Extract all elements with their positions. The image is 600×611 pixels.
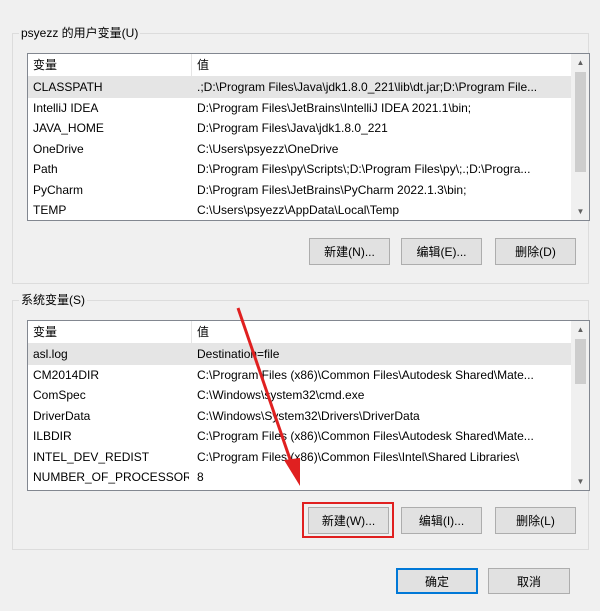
scroll-up-icon[interactable]: ▲	[572, 321, 589, 338]
user-variables-title: psyezz 的用户变量(U)	[19, 25, 141, 41]
system-variables-rows: asl.log Destination=file CM2014DIR C:\Progr…	[28, 344, 571, 488]
list-row[interactable]: Path D:\Program Files\py\Scripts\;D:\Prog…	[28, 159, 571, 180]
column-header-variable[interactable]: 变量	[28, 54, 192, 76]
list-header: 变量 值	[28, 321, 571, 344]
scroll-down-icon[interactable]: ▼	[572, 473, 589, 490]
system-edit-button[interactable]: 编辑(I)...	[401, 507, 482, 534]
system-new-button[interactable]: 新建(W)...	[308, 507, 389, 534]
variable-name: Path	[33, 162, 58, 176]
column-header-value[interactable]: 值	[192, 321, 571, 343]
column-header-variable[interactable]: 变量	[28, 321, 192, 343]
user-delete-button[interactable]: 删除(D)	[495, 238, 576, 265]
variable-value: 8	[197, 470, 204, 484]
system-variables-list[interactable]: 变量 值 asl.log Destination=file CM2014DIR C:\…	[27, 320, 590, 491]
variable-value: D:\Program Files\Java\jdk1.8.0_221	[197, 121, 388, 135]
variable-name: PyCharm	[33, 182, 84, 197]
variable-name: asl.log	[33, 347, 68, 361]
list-row[interactable]: OneDrive C:\Users\psyezz\OneDrive	[28, 139, 571, 160]
variable-value: C:\Program Files (x86)\Common Files\Inte…	[197, 449, 520, 464]
variable-name: NUMBER_OF_PROCESSORS	[33, 470, 189, 484]
list-row[interactable]: PyCharm D:\Program Files\JetBrains\PyChar…	[28, 180, 571, 201]
scrollbar-thumb[interactable]	[575, 339, 586, 384]
variable-value: .;D:\Program Files\Java\jdk1.8.0_221\lib…	[197, 80, 538, 94]
user-variables-group: psyezz 的用户变量(U) 变量 值 CLASSPATH .;D:\Progr…	[12, 25, 590, 284]
variable-name: IntelliJ IDEA	[33, 100, 99, 115]
variable-value: C:\Users\psyezz\OneDrive	[197, 141, 339, 156]
list-row[interactable]: TEMP C:\Users\psyezz\AppData\Local\Temp	[28, 200, 571, 220]
list-row[interactable]: NUMBER_OF_PROCESSORS 8	[28, 467, 571, 488]
variable-name: TEMP	[33, 203, 67, 217]
variable-name: DriverData	[33, 408, 91, 423]
variable-value: C:\Windows\System32\Drivers\DriverData	[197, 408, 420, 423]
variable-value: C:\Program Files (x86)\Common Files\Auto…	[197, 429, 534, 443]
list-row[interactable]: ComSpec C:\Windows\system32\cmd.exe	[28, 385, 571, 406]
user-variables-list[interactable]: 变量 值 CLASSPATH .;D:\Program Files\Java\jd…	[27, 53, 590, 221]
list-row[interactable]: IntelliJ IDEA D:\Program Files\JetBrains\…	[28, 98, 571, 119]
variable-name: CM2014DIR	[33, 367, 100, 382]
variable-value: D:\Program Files\JetBrains\IntelliJ IDEA…	[197, 100, 472, 115]
variable-value: C:\Program Files (x86)\Common Files\Auto…	[197, 367, 534, 382]
variable-name: ComSpec	[33, 388, 86, 402]
ok-button[interactable]: 确定	[396, 568, 478, 594]
variable-name: ILBDIR	[33, 429, 72, 443]
scroll-up-icon[interactable]: ▲	[572, 54, 589, 71]
variable-name: CLASSPATH	[33, 80, 103, 94]
scroll-down-icon[interactable]: ▼	[572, 203, 589, 220]
cancel-button[interactable]: 取消	[488, 568, 570, 594]
list-row[interactable]: CLASSPATH .;D:\Program Files\Java\jdk1.8.…	[28, 77, 571, 98]
variable-value: D:\Program Files\py\Scripts\;D:\Program …	[197, 162, 531, 176]
system-variables-title: 系统变量(S)	[19, 292, 87, 308]
list-row[interactable]: DriverData C:\Windows\System32\Drivers\Dr…	[28, 406, 571, 427]
vertical-scrollbar[interactable]: ▲ ▼	[571, 321, 589, 490]
user-variables-rows: CLASSPATH .;D:\Program Files\Java\jdk1.8.…	[28, 77, 571, 220]
variable-value: C:\Users\psyezz\AppData\Local\Temp	[197, 203, 400, 217]
list-header: 变量 值	[28, 54, 571, 77]
user-new-button[interactable]: 新建(N)...	[309, 238, 390, 265]
column-header-value[interactable]: 值	[192, 54, 571, 76]
vertical-scrollbar[interactable]: ▲ ▼	[571, 54, 589, 220]
system-variables-group: 系统变量(S) 变量 值 asl.log Destination=file CM20…	[12, 292, 590, 550]
user-edit-button[interactable]: 编辑(E)...	[401, 238, 482, 265]
variable-name: INTEL_DEV_REDIST	[33, 449, 150, 464]
list-row[interactable]: ILBDIR C:\Program Files (x86)\Common File…	[28, 426, 571, 447]
variable-value: D:\Program Files\JetBrains\PyCharm 2022.…	[197, 182, 467, 197]
list-row[interactable]: CM2014DIR C:\Program Files (x86)\Common F…	[28, 365, 571, 386]
variable-value: Destination=file	[197, 347, 280, 361]
variable-name: JAVA_HOME	[33, 121, 104, 135]
list-row[interactable]: INTEL_DEV_REDIST C:\Program Files (x86)\C…	[28, 447, 571, 468]
list-row[interactable]: JAVA_HOME D:\Program Files\Java\jdk1.8.0_…	[28, 118, 571, 139]
variable-value: C:\Windows\system32\cmd.exe	[197, 388, 365, 402]
system-delete-button[interactable]: 删除(L)	[495, 507, 576, 534]
variable-name: OneDrive	[33, 141, 84, 156]
scrollbar-thumb[interactable]	[575, 72, 586, 172]
list-row[interactable]: asl.log Destination=file	[28, 344, 571, 365]
